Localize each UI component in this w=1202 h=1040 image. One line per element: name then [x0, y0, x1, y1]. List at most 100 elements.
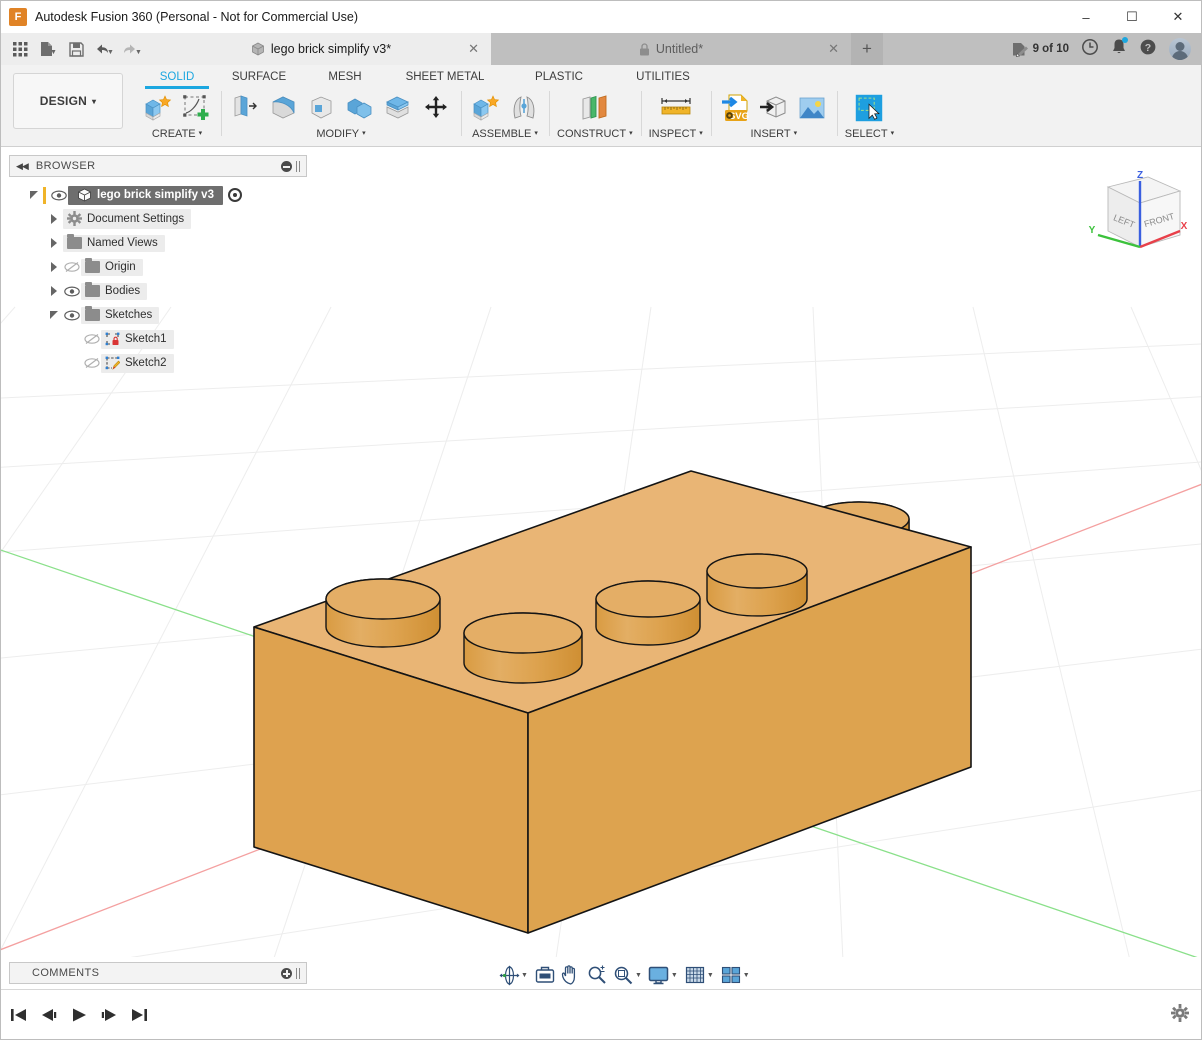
visibility-hidden-icon[interactable]: [83, 332, 101, 346]
ribbon-tab-sheet-metal[interactable]: SHEET METAL: [385, 69, 505, 86]
go-to-beginning-icon[interactable]: [9, 1005, 29, 1025]
ribbon-tab-utilities[interactable]: UTILITIES: [613, 69, 713, 86]
display-settings-icon[interactable]: [647, 963, 671, 987]
redo-icon[interactable]: ▼: [119, 35, 145, 63]
viewports-icon[interactable]: [719, 963, 743, 987]
tree-item-label: Sketch2: [125, 357, 167, 369]
ribbon-tab-solid[interactable]: SOLID: [141, 69, 213, 86]
create-sketch-icon[interactable]: [179, 91, 213, 125]
resize-grip-icon[interactable]: [296, 161, 300, 172]
close-icon[interactable]: ✕: [828, 41, 839, 57]
tree-item-bodies[interactable]: Bodies: [11, 279, 301, 303]
maximize-button[interactable]: ☐: [1109, 1, 1155, 33]
insert-image-icon[interactable]: [795, 91, 829, 125]
new-file-icon[interactable]: ▼: [35, 35, 61, 63]
chevron-down-icon[interactable]: ▾: [699, 130, 703, 137]
combine-icon[interactable]: [343, 91, 377, 125]
clock-icon[interactable]: [1081, 38, 1099, 61]
revolve-icon[interactable]: [267, 91, 301, 125]
job-status-icon: [1012, 42, 1029, 57]
tree-item-document-settings[interactable]: Document Settings: [11, 207, 301, 231]
visibility-eye-icon[interactable]: [63, 308, 81, 322]
plus-circle-icon[interactable]: [281, 968, 292, 979]
tree-item-origin[interactable]: Origin: [11, 255, 301, 279]
expander-collapsed-icon[interactable]: [45, 286, 63, 296]
gear-icon[interactable]: [1171, 1004, 1189, 1022]
expander-collapsed-icon[interactable]: [45, 214, 63, 224]
fillet-icon[interactable]: [305, 91, 339, 125]
chevron-down-icon[interactable]: ▼: [707, 972, 714, 979]
zoom-window-icon[interactable]: [611, 963, 635, 987]
document-tab-lego-brick[interactable]: lego brick simplify v3* ✕: [151, 33, 491, 65]
job-status-button[interactable]: 9 of 10: [1012, 42, 1069, 57]
step-back-icon[interactable]: [39, 1005, 59, 1025]
ribbon-tab-mesh[interactable]: MESH: [305, 69, 385, 86]
visibility-hidden-icon[interactable]: [83, 356, 101, 370]
tree-item-sketch1[interactable]: Sketch1: [11, 327, 301, 351]
chevron-down-icon: ▾: [92, 97, 96, 106]
tree-item-named-views[interactable]: Named Views: [11, 231, 301, 255]
undo-icon[interactable]: ▼: [91, 35, 117, 63]
step-forward-icon[interactable]: [99, 1005, 119, 1025]
ribbon-tab-plastic[interactable]: PLASTIC: [505, 69, 613, 86]
chevron-down-icon[interactable]: ▾: [199, 130, 203, 137]
bell-icon[interactable]: [1111, 38, 1127, 61]
visibility-eye-icon[interactable]: [50, 188, 68, 202]
pan-icon[interactable]: [559, 963, 583, 987]
viewcube[interactable]: LEFT FRONT Z X Y: [1078, 165, 1193, 265]
chevron-down-icon[interactable]: ▼: [743, 972, 750, 979]
measure-icon[interactable]: [659, 91, 693, 125]
grid-snaps-icon[interactable]: [683, 963, 707, 987]
chevron-down-icon[interactable]: ▾: [794, 130, 798, 137]
tree-item-sketch2[interactable]: Sketch2: [11, 351, 301, 375]
close-button[interactable]: ✕: [1155, 1, 1201, 33]
insert-svg-icon[interactable]: SVG: [719, 91, 753, 125]
user-avatar-icon[interactable]: [1169, 38, 1191, 60]
expander-collapsed-icon[interactable]: [45, 238, 63, 248]
close-icon[interactable]: ✕: [468, 41, 479, 57]
create-new-component-icon[interactable]: [141, 91, 175, 125]
chevron-down-icon[interactable]: ▾: [362, 130, 366, 137]
group-label-text: INSERT: [750, 128, 790, 140]
chevron-down-icon[interactable]: ▼: [671, 972, 678, 979]
comments-panel-header: COMMENTS: [9, 962, 307, 984]
chevron-down-icon[interactable]: ▾: [891, 130, 895, 137]
zoom-icon[interactable]: [585, 963, 609, 987]
expander-expanded-icon[interactable]: [45, 311, 63, 319]
app-grid-icon[interactable]: [7, 35, 33, 63]
insert-mesh-icon[interactable]: [757, 91, 791, 125]
joint-icon[interactable]: [507, 91, 541, 125]
ribbon-groups: CREATE▾: [133, 89, 902, 147]
minus-circle-icon[interactable]: [281, 161, 292, 172]
look-at-icon[interactable]: [533, 963, 557, 987]
activate-component-radio[interactable]: [228, 188, 242, 202]
collapse-left-icon[interactable]: ◀◀: [16, 161, 28, 172]
add-tab-button[interactable]: +: [851, 33, 883, 65]
select-window-icon[interactable]: [852, 91, 886, 125]
extrude-icon[interactable]: [229, 91, 263, 125]
new-component-icon[interactable]: [469, 91, 503, 125]
document-tab-untitled[interactable]: Untitled* ✕: [491, 33, 851, 65]
chevron-down-icon[interactable]: ▼: [521, 972, 528, 979]
ribbon-tab-surface[interactable]: SURFACE: [213, 69, 305, 86]
play-icon[interactable]: [69, 1005, 89, 1025]
chevron-down-icon[interactable]: ▾: [534, 130, 538, 137]
workspace-switcher[interactable]: DESIGN ▾: [13, 73, 123, 129]
save-icon[interactable]: [63, 35, 89, 63]
help-icon[interactable]: ?: [1139, 38, 1157, 61]
tree-item-lego-brick-simplify-v3[interactable]: lego brick simplify v3: [11, 183, 301, 207]
resize-grip-icon[interactable]: [296, 968, 300, 979]
go-to-end-icon[interactable]: [129, 1005, 149, 1025]
expander-collapsed-icon[interactable]: [45, 262, 63, 272]
offset-plane-icon[interactable]: [578, 91, 612, 125]
shell-icon[interactable]: [381, 91, 415, 125]
minimize-button[interactable]: –: [1063, 1, 1109, 33]
tree-item-sketches[interactable]: Sketches: [11, 303, 301, 327]
visibility-eye-icon[interactable]: [63, 284, 81, 298]
chevron-down-icon[interactable]: ▾: [629, 130, 633, 137]
orbit-icon[interactable]: [497, 963, 521, 987]
visibility-hidden-icon[interactable]: [63, 260, 81, 274]
chevron-down-icon[interactable]: ▼: [635, 972, 642, 979]
expander-expanded-icon[interactable]: [25, 191, 43, 199]
move-copy-icon[interactable]: [419, 91, 453, 125]
